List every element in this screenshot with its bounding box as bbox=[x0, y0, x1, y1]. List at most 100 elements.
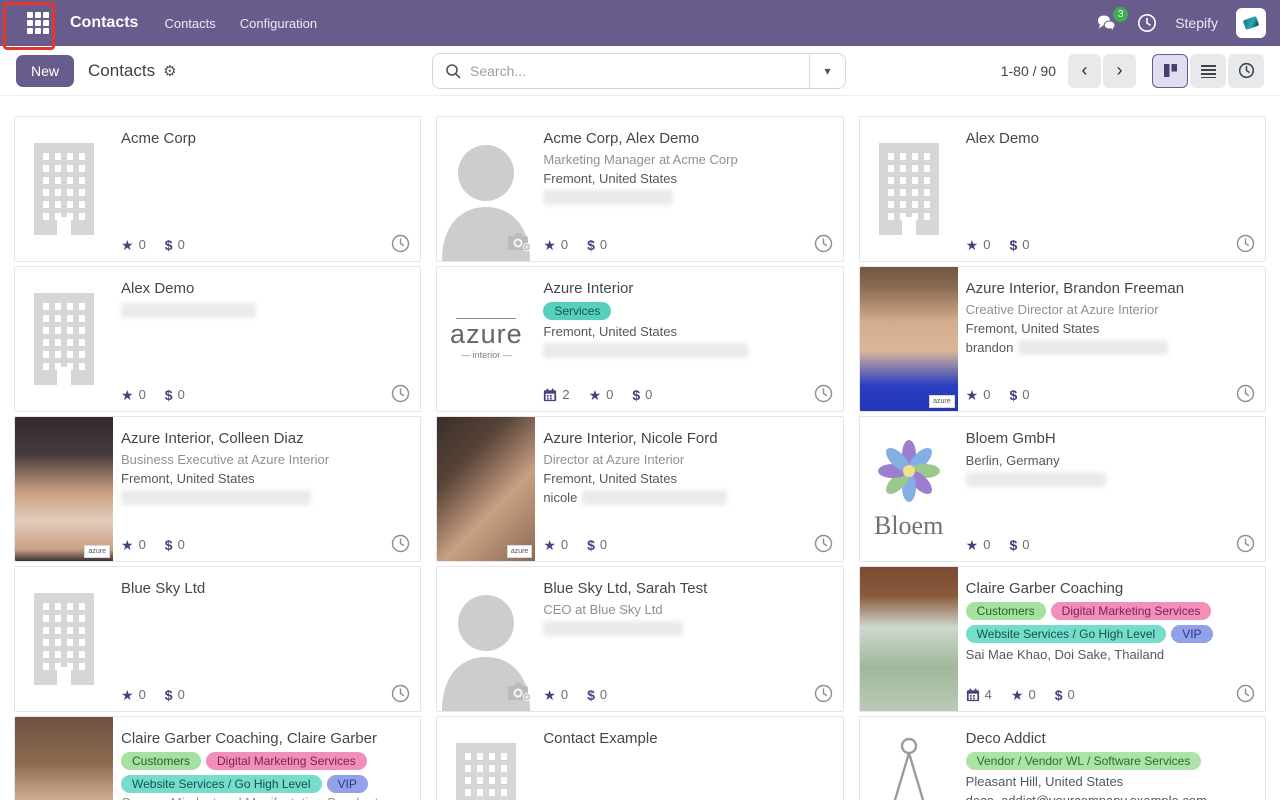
contact-stats: ★0$0 bbox=[121, 537, 185, 552]
star-icon: ★ bbox=[121, 388, 134, 402]
activity-clock-icon[interactable] bbox=[814, 684, 833, 703]
activity-clock-icon[interactable] bbox=[1236, 534, 1255, 553]
contact-name: Alex Demo bbox=[966, 129, 1253, 149]
pager-previous-button[interactable]: ‹ bbox=[1068, 54, 1101, 88]
meetings-stat: 2 bbox=[543, 387, 569, 402]
contact-card[interactable]: Deco Addict Vendor / Vendor WL / Softwar… bbox=[859, 716, 1266, 800]
flower-logo-icon bbox=[876, 438, 942, 504]
contact-location: Fremont, United States bbox=[543, 324, 830, 339]
user-avatar[interactable] bbox=[1236, 8, 1266, 38]
messages-count-badge: 3 bbox=[1113, 7, 1128, 22]
activity-clock-icon[interactable] bbox=[391, 234, 410, 253]
new-button[interactable]: New bbox=[16, 55, 74, 87]
dollar-icon: $ bbox=[1009, 388, 1017, 402]
favorite-stat: ★0 bbox=[121, 687, 146, 702]
activity-clock-icon[interactable] bbox=[391, 684, 410, 703]
pager-next-button[interactable]: › bbox=[1103, 54, 1136, 88]
company-mini-badge: azure bbox=[84, 545, 110, 558]
contact-card[interactable]: Alex Demo ★0 $0 bbox=[859, 116, 1266, 262]
opportunity-stat: $0 bbox=[1009, 237, 1029, 252]
kanban-view-button[interactable] bbox=[1152, 54, 1188, 88]
apps-menu-icon[interactable] bbox=[18, 3, 58, 43]
contact-tag: Vendor / Vendor WL / Software Services bbox=[966, 752, 1202, 770]
contact-tags: Services bbox=[543, 302, 830, 320]
contact-name: Blue Sky Ltd bbox=[121, 579, 408, 599]
activity-clock-icon[interactable] bbox=[814, 234, 833, 253]
contact-stats: ★0$0 bbox=[966, 537, 1030, 552]
contact-card[interactable]: Blue Sky Ltd ★0 $0 bbox=[14, 566, 421, 712]
contact-card[interactable]: azure Azure Interior, Colleen Diaz Busin… bbox=[14, 416, 421, 562]
list-view-button[interactable] bbox=[1190, 54, 1226, 88]
star-icon: ★ bbox=[966, 388, 979, 402]
contact-card-body: Claire Garber Coaching CustomersDigital … bbox=[958, 567, 1265, 711]
dollar-icon: $ bbox=[1055, 688, 1063, 702]
contact-card[interactable]: azure Azure Interior, Nicole Ford Direct… bbox=[436, 416, 843, 562]
contact-card[interactable]: Acme Corp, Alex Demo Marketing Manager a… bbox=[436, 116, 843, 262]
opportunity-stat: $0 bbox=[165, 687, 185, 702]
activities-icon[interactable] bbox=[1137, 13, 1157, 33]
activity-view-button[interactable] bbox=[1228, 54, 1264, 88]
contact-card[interactable]: Alex Demo ★0$0 bbox=[14, 266, 421, 412]
company-name[interactable]: Stepify bbox=[1175, 15, 1218, 31]
contact-card-body: Contact Example bbox=[535, 717, 842, 800]
favorite-stat: ★0 bbox=[966, 237, 991, 252]
contact-stats: 2★0$0 bbox=[543, 387, 652, 402]
company-mini-badge: azure bbox=[507, 545, 533, 558]
activity-clock-icon[interactable] bbox=[1236, 234, 1255, 253]
contact-location: Fremont, United States bbox=[121, 471, 408, 486]
contact-card[interactable]: Contact Example bbox=[436, 716, 843, 800]
activity-clock-icon[interactable] bbox=[814, 384, 833, 403]
search-dropdown-toggle[interactable]: ▾ bbox=[809, 54, 845, 88]
contact-card[interactable]: azure Azure Interior, Brandon Freeman Cr… bbox=[859, 266, 1266, 412]
bloem-logo: Bloem bbox=[874, 438, 943, 541]
contact-image bbox=[15, 267, 113, 411]
blurred-email bbox=[543, 343, 748, 358]
blurred-email bbox=[543, 621, 683, 636]
dollar-icon: $ bbox=[587, 538, 595, 552]
kanban-grid: Acme Corp ★0$0 Acme Corp, Alex Demo Mark… bbox=[0, 96, 1280, 800]
dollar-icon: $ bbox=[632, 388, 640, 402]
contact-function: Owner - Mindset and Manifestation Coach … bbox=[121, 795, 408, 800]
contact-card[interactable]: Bloem Bloem GmbH Berlin, Germany ★0$0 bbox=[859, 416, 1266, 562]
activity-clock-icon[interactable] bbox=[391, 534, 410, 553]
activity-clock-icon[interactable] bbox=[1236, 684, 1255, 703]
chevron-left-icon: ‹ bbox=[1082, 60, 1088, 81]
activity-clock-icon[interactable] bbox=[1236, 384, 1255, 403]
star-icon: ★ bbox=[1011, 688, 1024, 702]
activity-clock-icon[interactable] bbox=[391, 384, 410, 403]
contact-card-body: Blue Sky Ltd, Sarah Test CEO at Blue Sky… bbox=[535, 567, 842, 711]
settings-gear-icon[interactable]: ⚙ bbox=[163, 62, 176, 80]
contact-image: azure bbox=[860, 267, 958, 411]
activity-clock-icon bbox=[1238, 62, 1255, 79]
contact-email bbox=[543, 621, 830, 636]
contact-location: Sai Mae Khao, Doi Sake, Thailand bbox=[966, 647, 1253, 662]
contact-image bbox=[15, 117, 113, 261]
contact-image bbox=[860, 717, 958, 800]
grid-icon bbox=[27, 12, 49, 34]
azure-logo: azure— interior — bbox=[450, 318, 523, 360]
contact-photo bbox=[860, 267, 958, 411]
search-input[interactable] bbox=[470, 63, 809, 79]
contact-card-body: Claire Garber Coaching, Claire Garber Cu… bbox=[113, 717, 420, 800]
camera-icon bbox=[507, 232, 531, 252]
contact-card[interactable]: Acme Corp ★0$0 bbox=[14, 116, 421, 262]
contact-function: Director at Azure Interior bbox=[543, 452, 830, 467]
contact-card[interactable]: azure— interior — Azure Interior Service… bbox=[436, 266, 843, 412]
contact-tag: Services bbox=[543, 302, 611, 320]
contact-tag: VIP bbox=[1171, 625, 1212, 643]
contact-image bbox=[437, 117, 535, 261]
nav-menu-configuration[interactable]: Configuration bbox=[228, 10, 329, 37]
contact-stats: ★0$0 bbox=[543, 537, 607, 552]
contact-card[interactable]: Blue Sky Ltd, Sarah Test CEO at Blue Sky… bbox=[436, 566, 843, 712]
contact-card[interactable]: Claire Garber Coaching CustomersDigital … bbox=[859, 566, 1266, 712]
blurred-email bbox=[121, 303, 256, 318]
contact-name: Azure Interior, Brandon Freeman bbox=[966, 279, 1253, 299]
messages-icon[interactable]: 3 bbox=[1097, 14, 1119, 32]
contact-function: CEO at Blue Sky Ltd bbox=[543, 602, 830, 617]
search-bar[interactable]: ▾ bbox=[432, 53, 846, 89]
activity-clock-icon[interactable] bbox=[814, 534, 833, 553]
contact-location: Berlin, Germany bbox=[966, 453, 1253, 468]
dollar-icon: $ bbox=[165, 538, 173, 552]
nav-menu-contacts[interactable]: Contacts bbox=[152, 10, 227, 37]
contact-card[interactable]: Claire Garber Coaching, Claire Garber Cu… bbox=[14, 716, 421, 800]
